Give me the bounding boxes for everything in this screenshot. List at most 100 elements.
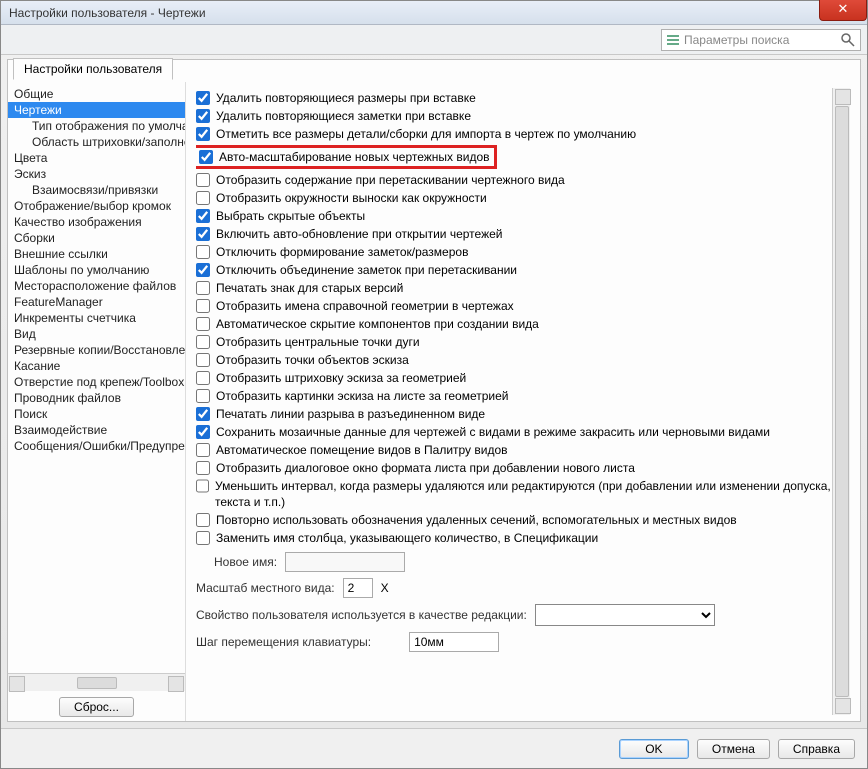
option-row: Сохранить мозаичные данные для чертежей … [196, 424, 832, 440]
sidebar-item[interactable]: Общие [8, 86, 185, 102]
option-checkbox[interactable] [196, 317, 210, 331]
sidebar-item[interactable]: Область штриховки/заполнения [8, 134, 185, 150]
tab-user-settings[interactable]: Настройки пользователя [13, 58, 173, 80]
kbstep-label: Шаг перемещения клавиатуры: [196, 635, 371, 649]
option-checkbox[interactable] [196, 91, 210, 105]
option-checkbox[interactable] [196, 335, 210, 349]
local-scale-row: Масштаб местного вида: X [196, 578, 832, 598]
sidebar-item[interactable]: Взаимосвязи/привязки [8, 182, 185, 198]
sidebar-item[interactable]: Касание [8, 358, 185, 374]
option-checkbox[interactable] [196, 531, 210, 545]
sidebar-item[interactable]: Отображение/выбор кромок [8, 198, 185, 214]
option-label: Включить авто-обновление при открытии че… [216, 226, 502, 242]
option-checkbox[interactable] [196, 299, 210, 313]
userprop-row: Свойство пользователя используется в кач… [196, 604, 832, 626]
sidebar-item[interactable]: Резервные копии/Восстановление [8, 342, 185, 358]
search-icon[interactable] [840, 32, 856, 48]
sidebar-item[interactable]: Качество изображения [8, 214, 185, 230]
reset-row: Сброс... [8, 691, 185, 721]
option-checkbox[interactable] [196, 371, 210, 385]
kbstep-input[interactable] [409, 632, 499, 652]
option-checkbox[interactable] [196, 389, 210, 403]
option-checkbox[interactable] [196, 191, 210, 205]
option-row: Отметить все размеры детали/сборки для и… [196, 126, 832, 142]
option-checkbox[interactable] [199, 150, 213, 164]
sidebar-item[interactable]: Поиск [8, 406, 185, 422]
option-label: Уменьшить интервал, когда размеры удаляю… [215, 478, 832, 510]
option-checkbox[interactable] [196, 425, 210, 439]
option-row: Отобразить диалоговое окно формата листа… [196, 460, 832, 476]
sidebar: ОбщиеЧертежиТип отображения по умолчанию… [8, 82, 186, 721]
option-label: Заменить имя столбца, указывающего колич… [216, 530, 598, 546]
option-checkbox[interactable] [196, 443, 210, 457]
option-label: Отобразить диалоговое окно формата листа… [216, 460, 635, 476]
sidebar-item[interactable]: Сборки [8, 230, 185, 246]
sidebar-item[interactable]: Эскиз [8, 166, 185, 182]
content-vscrollbar[interactable] [832, 88, 850, 715]
ok-button[interactable]: OK [619, 739, 689, 759]
cancel-button[interactable]: Отмена [697, 739, 770, 759]
sidebar-item[interactable]: Шаблоны по умолчанию [8, 262, 185, 278]
option-label: Повторно использовать обозначения удален… [216, 512, 737, 528]
sidebar-item[interactable]: Проводник файлов [8, 390, 185, 406]
option-checkbox[interactable] [196, 263, 210, 277]
main-panel: ОбщиеЧертежиТип отображения по умолчанию… [7, 59, 861, 722]
local-scale-label: Масштаб местного вида: [196, 581, 335, 595]
option-checkbox[interactable] [196, 513, 210, 527]
local-scale-input[interactable] [343, 578, 373, 598]
option-checkbox[interactable] [196, 109, 210, 123]
option-row: Включить авто-обновление при открытии че… [196, 226, 832, 242]
option-checkbox[interactable] [196, 407, 210, 421]
option-row: Автоматическое помещение видов в Палитру… [196, 442, 832, 458]
option-checkbox[interactable] [196, 227, 210, 241]
reset-button[interactable]: Сброс... [59, 697, 134, 717]
option-checkbox[interactable] [196, 127, 210, 141]
sidebar-item[interactable]: Сообщения/Ошибки/Предупреждения [8, 438, 185, 454]
sidebar-item[interactable]: FeatureManager [8, 294, 185, 310]
close-button[interactable]: ✕ [819, 0, 867, 21]
option-label: Отобразить содержание при перетаскивании… [216, 172, 565, 188]
option-checkbox[interactable] [196, 281, 210, 295]
option-row: Повторно использовать обозначения удален… [196, 512, 832, 528]
sidebar-item[interactable]: Взаимодействие [8, 422, 185, 438]
sidebar-item[interactable]: Цвета [8, 150, 185, 166]
option-checkbox[interactable] [196, 461, 210, 475]
option-label: Отобразить окружности выноски как окружн… [216, 190, 487, 206]
close-icon: ✕ [838, 1, 849, 16]
local-scale-suffix: X [381, 581, 389, 595]
scrollbar-thumb[interactable] [77, 677, 117, 689]
option-label: Отобразить штриховку эскиза за геометрие… [216, 370, 466, 386]
sidebar-item[interactable]: Тип отображения по умолчанию [8, 118, 185, 134]
option-row: Отобразить картинки эскиза на листе за г… [196, 388, 832, 404]
option-label: Отобразить точки объектов эскиза [216, 352, 409, 368]
option-checkbox[interactable] [196, 173, 210, 187]
option-row: Отключить объединение заметок при перета… [196, 262, 832, 278]
option-checkbox[interactable] [196, 245, 210, 259]
help-button[interactable]: Справка [778, 739, 855, 759]
sidebar-item[interactable]: Отверстие под крепеж/Toolbox [8, 374, 185, 390]
option-row: Выбрать скрытые объекты [196, 208, 832, 224]
kbstep-row: Шаг перемещения клавиатуры: [196, 632, 832, 652]
option-row: Отключить формирование заметок/размеров [196, 244, 832, 260]
userprop-combo[interactable] [535, 604, 715, 626]
sidebar-hscrollbar[interactable] [8, 673, 185, 691]
option-row: Автоматическое скрытие компонентов при с… [196, 316, 832, 332]
sidebar-item[interactable]: Месторасположение файлов [8, 278, 185, 294]
sidebar-item[interactable]: Чертежи [8, 102, 185, 118]
scrollbar-thumb[interactable] [835, 106, 849, 697]
new-name-input[interactable] [285, 552, 405, 572]
option-row: Отобразить окружности выноски как окружн… [196, 190, 832, 206]
option-checkbox[interactable] [196, 479, 209, 493]
nav-tree[interactable]: ОбщиеЧертежиТип отображения по умолчанию… [8, 84, 185, 673]
new-name-row: Новое имя: [196, 552, 832, 572]
option-label: Выбрать скрытые объекты [216, 208, 365, 224]
option-checkbox[interactable] [196, 353, 210, 367]
search-input[interactable]: Параметры поиска [661, 29, 861, 51]
option-row: Отобразить центральные точки дуги [196, 334, 832, 350]
sidebar-item[interactable]: Вид [8, 326, 185, 342]
sidebar-item[interactable]: Внешние ссылки [8, 246, 185, 262]
option-row: Отобразить имена справочной геометрии в … [196, 298, 832, 314]
sidebar-item[interactable]: Инкременты счетчика [8, 310, 185, 326]
option-label: Автоматическое помещение видов в Палитру… [216, 442, 508, 458]
option-checkbox[interactable] [196, 209, 210, 223]
